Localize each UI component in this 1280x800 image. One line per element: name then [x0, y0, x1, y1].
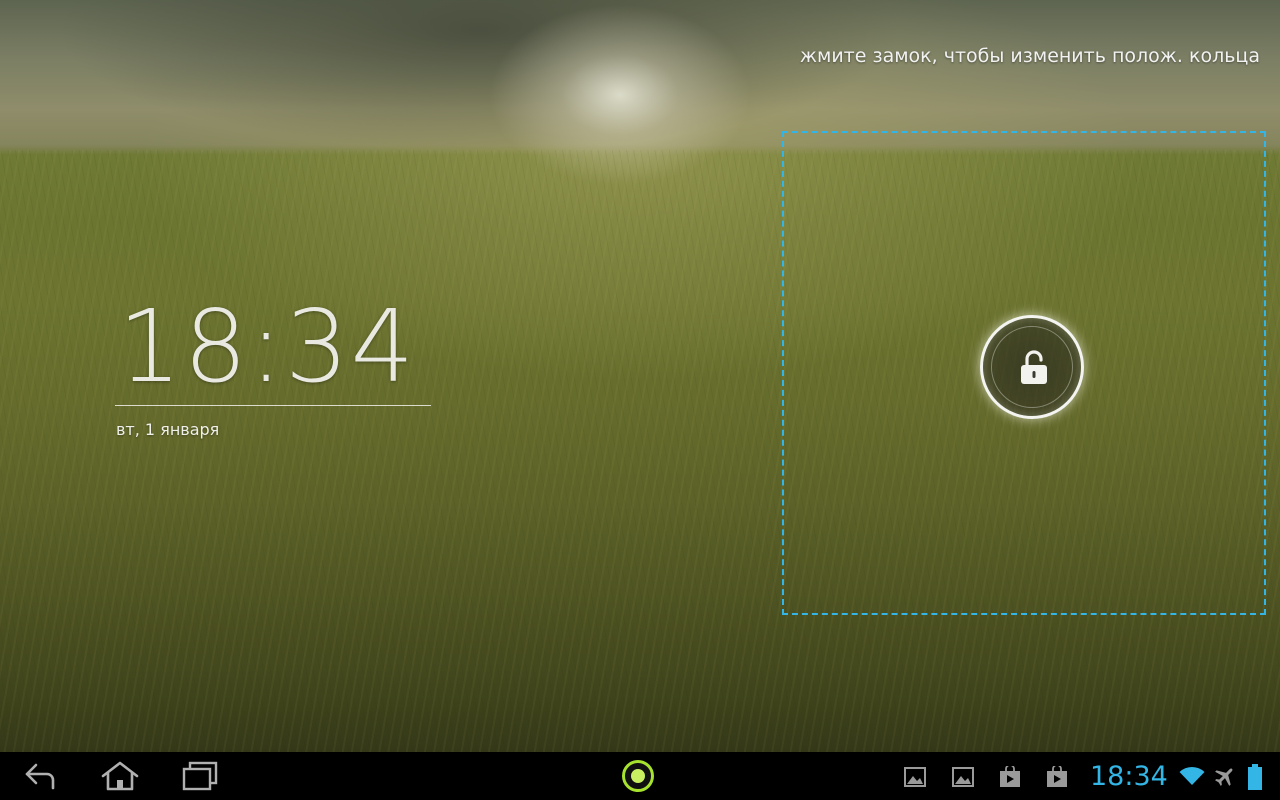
- back-arrow-icon: [25, 763, 55, 790]
- status-bar-clock[interactable]: 18:34: [1090, 761, 1168, 792]
- lockscreen-clock-date: вт, 1 января: [116, 420, 220, 439]
- camera-dot-inner: [631, 769, 645, 783]
- home-icon: [101, 761, 139, 791]
- recent-apps-button[interactable]: [170, 758, 230, 794]
- recent-apps-icon: [182, 761, 218, 791]
- play-store-icon[interactable]: [1046, 766, 1068, 788]
- lock-screen: жмите замок, чтобы изменить полож. кольц…: [0, 0, 1280, 800]
- unlock-icon: [1021, 350, 1047, 384]
- airplane-mode-icon: [1215, 768, 1233, 786]
- unlock-hint-text: жмите замок, чтобы изменить полож. кольц…: [799, 45, 1260, 67]
- unlock-ring-button[interactable]: [980, 315, 1084, 419]
- home-button[interactable]: [90, 758, 150, 794]
- gallery-icon[interactable]: [904, 766, 926, 788]
- play-store-icon[interactable]: [999, 766, 1021, 788]
- back-button[interactable]: [10, 758, 70, 794]
- clock-divider: [115, 405, 431, 406]
- wifi-icon: [1179, 766, 1205, 785]
- lockscreen-clock-time: 18:34: [118, 288, 417, 405]
- gallery-icon[interactable]: [952, 766, 974, 788]
- battery-icon: [1248, 764, 1262, 790]
- camera-dot-icon[interactable]: [622, 760, 654, 792]
- system-bar: 18:34: [0, 752, 1280, 800]
